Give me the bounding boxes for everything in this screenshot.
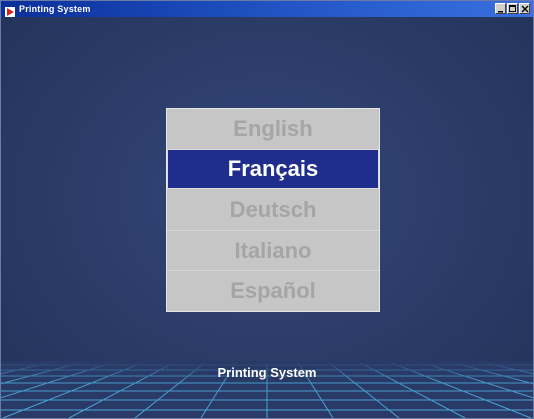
language-option-italiano[interactable]: Italiano [167,230,379,270]
minimize-button[interactable] [495,3,506,14]
app-arrow-icon [5,4,15,17]
minimize-icon [498,11,503,13]
language-option-francais[interactable]: Français [167,149,379,189]
app-window: Printing System English Français Deutsch… [0,0,534,419]
language-option-deutsch[interactable]: Deutsch [167,190,379,230]
title-bar[interactable]: Printing System [1,1,533,17]
language-option-english[interactable]: English [167,109,379,149]
maximize-button[interactable] [507,3,518,14]
window-controls [495,3,530,14]
footer-title: Printing System [217,365,317,380]
window-title: Printing System [19,4,91,14]
close-button[interactable] [519,3,530,14]
client-area: English Français Deutsch Italiano Españo… [1,17,533,418]
close-icon [521,5,529,13]
maximize-icon [509,5,516,12]
language-option-espanol[interactable]: Español [167,270,379,310]
language-list: English Français Deutsch Italiano Españo… [166,108,380,312]
